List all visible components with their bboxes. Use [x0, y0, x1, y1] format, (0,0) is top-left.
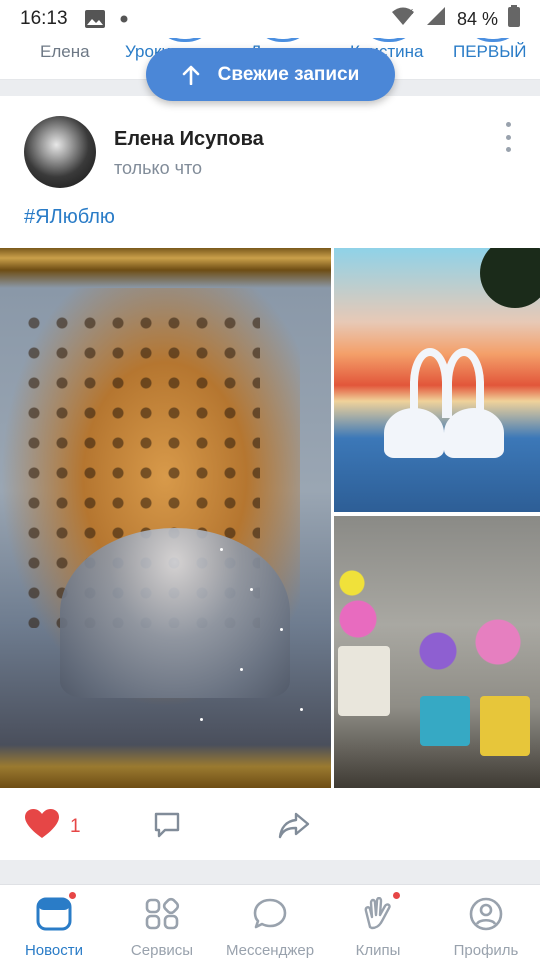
story-item[interactable]: Елена [40, 42, 90, 62]
post-photo-leopard[interactable] [0, 248, 331, 788]
messenger-icon [252, 897, 288, 936]
battery-percent: 84 % [456, 8, 498, 29]
notification-badge [392, 891, 401, 900]
post-photo-swans[interactable] [334, 248, 540, 512]
fresh-posts-button[interactable]: Свежие записи [146, 48, 395, 101]
post-photo-flowers[interactable] [334, 516, 540, 788]
signal-icon [425, 6, 447, 32]
comment-icon[interactable] [152, 810, 182, 845]
post-card: Елена Исупова только что #ЯЛюблю 1 [0, 96, 540, 860]
like-count: 1 [70, 815, 81, 837]
status-bar: 16:13 x 84 % [0, 0, 540, 38]
avatar[interactable] [24, 116, 96, 188]
notification-badge [68, 891, 77, 900]
more-options-icon[interactable] [498, 122, 518, 152]
tab-label: Сервисы [130, 942, 194, 959]
fresh-posts-label: Свежие записи [217, 63, 360, 85]
post-author[interactable]: Елена Исупова [114, 128, 264, 151]
like-button[interactable]: 1 [24, 808, 81, 845]
tab-profile[interactable]: Профиль [432, 885, 540, 960]
wifi-icon: x [391, 6, 415, 32]
bottom-tab-bar: Новости Сервисы Мессенджер Клипы Профиль [0, 884, 540, 960]
gallery-notification-icon [84, 9, 106, 29]
share-icon[interactable] [278, 810, 310, 845]
news-icon [36, 897, 72, 936]
tab-services[interactable]: Сервисы [108, 885, 216, 960]
status-time: 16:13 [20, 8, 68, 29]
heart-icon [24, 808, 60, 845]
svg-text:x: x [408, 7, 414, 17]
tab-clips[interactable]: Клипы [324, 885, 432, 960]
tab-news[interactable]: Новости [0, 885, 108, 960]
tab-label: Мессенджер [225, 942, 315, 959]
post-hashtag[interactable]: #ЯЛюблю [24, 206, 115, 229]
notification-dot-icon [120, 15, 128, 23]
clips-icon [360, 896, 396, 936]
story-item[interactable]: ПЕРВЫЙ [453, 42, 527, 62]
battery-icon [508, 5, 520, 33]
profile-icon [468, 897, 504, 936]
post-time: только что [114, 158, 203, 178]
tab-label: Клипы [355, 942, 401, 959]
tab-label: Профиль [453, 942, 519, 959]
arrow-up-icon [182, 65, 200, 85]
tab-messenger[interactable]: Мессенджер [216, 885, 324, 960]
tab-label: Новости [24, 942, 84, 959]
post-actions: 1 [0, 796, 540, 856]
services-icon [144, 897, 180, 936]
feed-gap [0, 860, 540, 884]
